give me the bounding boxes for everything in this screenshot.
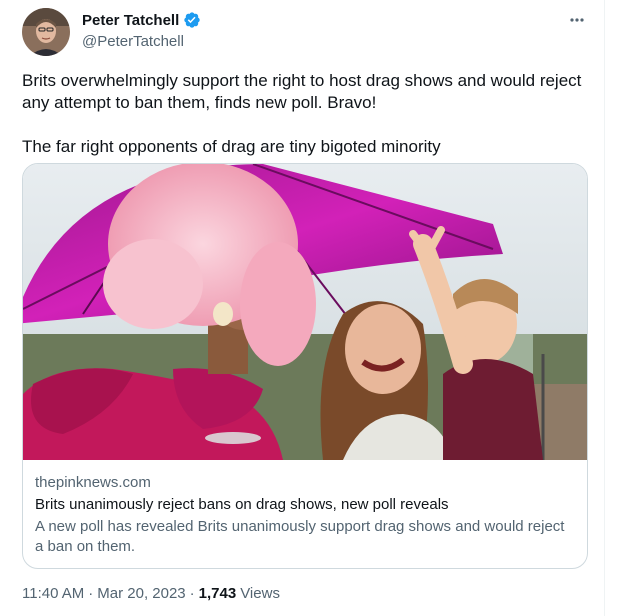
more-horizontal-icon[interactable]	[562, 10, 592, 30]
verified-badge-icon	[183, 11, 201, 29]
link-card-title: Brits unanimously reject bans on drag sh…	[35, 496, 449, 513]
tweet-header: Peter Tatchell @PeterTatchell	[22, 8, 592, 58]
tweet-meta: 11:40 AM · Mar 20, 2023 · 1,743 Views	[22, 585, 280, 602]
views-count: 1,743	[198, 585, 237, 602]
avatar[interactable]	[22, 8, 70, 56]
tweet-text: Brits overwhelmingly support the right t…	[22, 70, 582, 158]
meta-separator: ·	[189, 585, 195, 602]
name-row: Peter Tatchell	[82, 11, 201, 29]
link-card-description: A new poll has revealed Brits unanimousl…	[35, 518, 565, 555]
meta-separator: ·	[88, 585, 94, 602]
tweet-paragraph-1: Brits overwhelmingly support the right t…	[22, 71, 582, 112]
views-label: Views	[240, 585, 280, 602]
link-card[interactable]: thepinknews.com Brits unanimously reject…	[22, 163, 588, 569]
author-display-name[interactable]: Peter Tatchell	[82, 12, 179, 29]
link-card-image	[23, 164, 587, 460]
link-card-domain: thepinknews.com	[35, 474, 151, 491]
tweet-paragraph-2: The far right opponents of drag are tiny…	[22, 137, 441, 156]
link-card-meta: thepinknews.com Brits unanimously reject…	[35, 473, 575, 557]
tweet-time[interactable]: 11:40 AM	[22, 585, 84, 602]
column-divider	[604, 0, 605, 616]
tweet-date[interactable]: Mar 20, 2023	[97, 585, 185, 602]
author-handle[interactable]: @PeterTatchell	[82, 33, 184, 50]
